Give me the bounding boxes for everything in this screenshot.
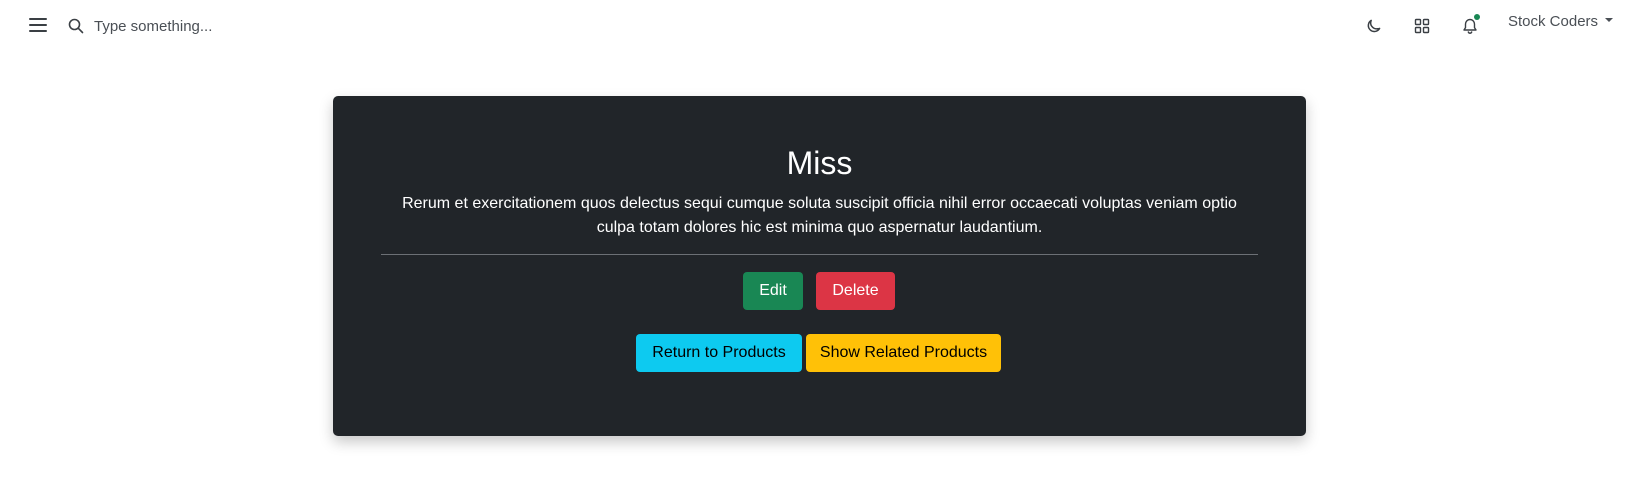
caret-down-icon <box>1605 18 1614 22</box>
moon-icon[interactable] <box>1362 14 1386 38</box>
hamburger-menu-icon[interactable] <box>26 14 50 36</box>
search-icon <box>68 17 86 35</box>
delete-button[interactable]: Delete <box>816 272 895 310</box>
show-related-products-button[interactable]: Show Related Products <box>806 334 1001 372</box>
product-card: Miss Rerum et exercitationem quos delect… <box>333 96 1306 436</box>
top-navbar: Stock Coders <box>0 0 1647 50</box>
search-bar <box>68 12 388 40</box>
search-input[interactable] <box>94 17 374 35</box>
user-dropdown[interactable]: Stock Coders <box>1508 10 1614 32</box>
product-title: Miss <box>786 145 853 181</box>
grid-icon[interactable] <box>1410 14 1434 38</box>
user-name: Stock Coders <box>1508 12 1599 30</box>
notification-dot <box>1474 14 1480 20</box>
return-to-products-button[interactable]: Return to Products <box>636 334 802 372</box>
divider <box>381 254 1258 255</box>
product-description: Rerum et exercitationem quos delectus se… <box>402 195 1237 236</box>
bell-icon[interactable] <box>1458 14 1482 38</box>
edit-button[interactable]: Edit <box>743 272 803 310</box>
